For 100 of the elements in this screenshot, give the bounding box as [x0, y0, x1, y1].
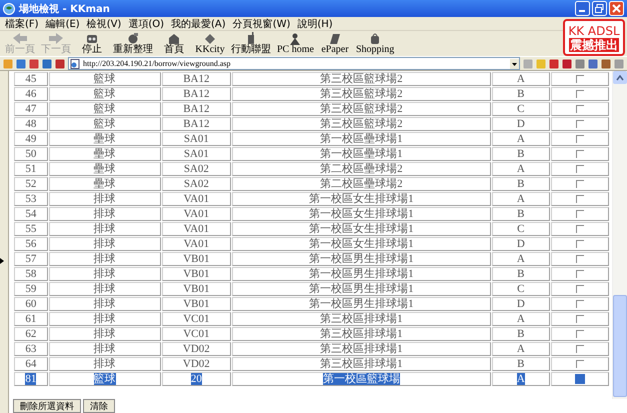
checkbox[interactable]: [576, 255, 584, 264]
table-cell: 排球: [48, 252, 161, 266]
table-cell: 排球: [48, 192, 161, 206]
table-cell: 第一校區壘球場1: [232, 132, 491, 146]
table-cell: 排球: [48, 342, 161, 356]
toolbar-button[interactable]: ePaper: [316, 32, 353, 55]
table-cell: 64: [14, 357, 48, 371]
table-cell: BA12: [162, 87, 231, 101]
table-cell: VB01: [162, 267, 231, 281]
table-cell: VA01: [162, 207, 231, 221]
address-field[interactable]: http://203.204.190.21/borrow/viewground.asp: [68, 57, 520, 70]
page-icon: [70, 58, 80, 68]
toolbar-button[interactable]: 重新整理: [110, 32, 156, 55]
menu-item[interactable]: 選項(O): [128, 16, 164, 30]
table-cell: 第一校區男生排球場1: [232, 297, 491, 311]
table-cell: B: [492, 207, 550, 221]
checkbox[interactable]: [576, 150, 584, 158]
table-cell: 63: [14, 342, 48, 356]
menu-item[interactable]: 我的最愛(A): [171, 16, 226, 30]
globe-icon: [3, 2, 15, 14]
table-cell: SA01: [162, 132, 231, 146]
checkbox[interactable]: [576, 75, 584, 84]
table-cell: A: [492, 162, 550, 176]
table-cell: SA02: [162, 162, 231, 176]
table-cell: D: [492, 237, 550, 251]
table-cell: 排球: [48, 327, 161, 341]
checkbox[interactable]: [576, 135, 584, 144]
table-cell: B: [492, 327, 550, 341]
table-cell: 第三校區籃球場2: [232, 87, 491, 101]
table-cell: VC01: [162, 312, 231, 326]
checkbox[interactable]: [576, 165, 584, 174]
toolbar-button[interactable]: 停止: [74, 32, 110, 55]
checkbox[interactable]: [574, 374, 585, 384]
ad-slogan: 震撼推出: [569, 38, 619, 52]
table-cell: 48: [14, 117, 48, 131]
checkbox[interactable]: [576, 330, 584, 338]
toolbar-button[interactable]: 行動聯盟: [228, 32, 274, 55]
ad-banner[interactable]: KK ADSL 震撼推出: [563, 19, 625, 56]
toolbar-button[interactable]: PC home: [274, 32, 317, 55]
frame-arrow-icon[interactable]: [0, 258, 4, 264]
table-cell: 51: [14, 162, 48, 176]
table-cell: 58: [14, 267, 48, 281]
checkbox[interactable]: [576, 300, 584, 308]
checkbox[interactable]: [576, 210, 584, 218]
table-cell: BA12: [162, 102, 231, 116]
toolbar-button[interactable]: 首頁: [156, 32, 192, 55]
menu-item[interactable]: 檔案(F): [5, 16, 39, 30]
back-arrow-icon: [12, 32, 28, 45]
table-cell: C: [492, 222, 550, 236]
home-icon: [166, 32, 182, 45]
checkbox[interactable]: [576, 105, 584, 114]
checkbox[interactable]: [576, 285, 584, 294]
menu-item[interactable]: 分頁視窗(W): [232, 16, 290, 30]
table-cell: A: [492, 132, 550, 146]
menu-item[interactable]: 說明(H): [297, 16, 333, 30]
table-cell: 籃球: [48, 372, 161, 386]
table-cell: 56: [14, 237, 48, 251]
table-cell: 第三校區排球場1: [232, 342, 491, 356]
table-cell: 第三校區排球場1: [232, 327, 491, 341]
table-cell: B: [492, 87, 550, 101]
form-button[interactable]: 刪除所選資料: [13, 399, 81, 413]
table-cell: B: [492, 177, 550, 191]
table-cell: VB01: [162, 282, 231, 296]
table-cell: A: [492, 312, 550, 326]
checkbox[interactable]: [576, 240, 584, 248]
table-cell: 第一校區壘球場1: [232, 147, 491, 161]
toolbar-button[interactable]: Shopping: [352, 32, 398, 55]
checkbox[interactable]: [576, 180, 584, 188]
checkbox[interactable]: [576, 270, 584, 278]
scrollbar[interactable]: [612, 71, 627, 399]
checkbox[interactable]: [576, 360, 584, 368]
form-button[interactable]: 清除: [83, 399, 115, 413]
checkbox[interactable]: [576, 225, 584, 234]
table-cell: A: [492, 372, 550, 386]
restore-button[interactable]: [592, 1, 607, 16]
table-cell: 第三校區排球場1: [232, 357, 491, 371]
table-cell: 第三校區排球場1: [232, 312, 491, 326]
dropdown-icon[interactable]: [510, 58, 519, 68]
table-cell: 籃球: [48, 72, 161, 86]
table-cell: 排球: [48, 222, 161, 236]
forward-arrow-icon: [48, 32, 64, 45]
table-cell: D: [492, 117, 550, 131]
close-button[interactable]: [609, 1, 624, 16]
checkbox[interactable]: [576, 120, 584, 128]
table-cell: VA01: [162, 222, 231, 236]
checkbox[interactable]: [576, 345, 584, 354]
table-cell: 排球: [48, 312, 161, 326]
table-cell: 59: [14, 282, 48, 296]
checkbox[interactable]: [576, 90, 584, 98]
toolbar-button[interactable]: KKcity: [192, 32, 228, 55]
table-cell: SA01: [162, 147, 231, 161]
checkbox[interactable]: [576, 315, 584, 324]
checkbox[interactable]: [576, 195, 584, 204]
table-cell: 壘球: [48, 132, 161, 146]
menu-item[interactable]: 檢視(V): [86, 16, 122, 30]
ad-headline: KK ADSL: [568, 24, 620, 38]
table-cell: B: [492, 357, 550, 371]
table-cell: B: [492, 267, 550, 281]
menu-item[interactable]: 編輯(E): [46, 16, 80, 30]
minimize-button[interactable]: [575, 1, 590, 16]
